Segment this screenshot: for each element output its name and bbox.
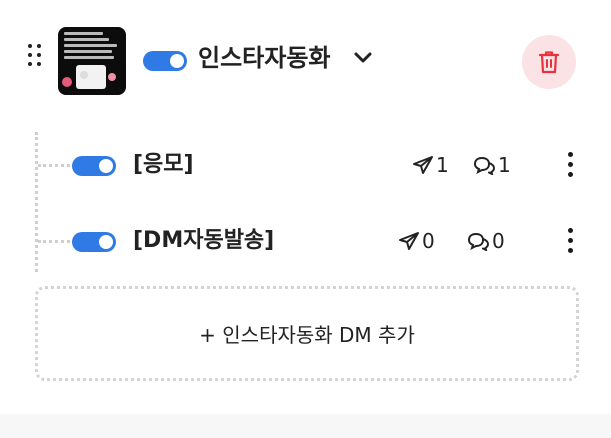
trash-icon (538, 51, 560, 74)
item-toggle[interactable] (72, 156, 116, 176)
tree-branch (38, 240, 70, 243)
comment-count: 0 (466, 229, 505, 253)
drag-handle-icon[interactable] (28, 44, 44, 68)
send-icon (413, 156, 433, 174)
item-toggle[interactable] (72, 232, 116, 252)
comment-count: 1 (472, 153, 511, 177)
chevron-down-icon[interactable] (352, 50, 374, 66)
sent-count: 0 (398, 229, 435, 253)
automation-thumbnail (58, 27, 126, 95)
comment-icon (467, 232, 490, 252)
add-dm-button[interactable]: + 인스타자동화 DM 추가 (35, 286, 579, 381)
tree-branch (38, 164, 70, 167)
more-vertical-icon[interactable] (563, 150, 577, 180)
bottom-strip (0, 414, 611, 438)
item-label: [응모] (133, 152, 194, 177)
main-toggle[interactable] (143, 51, 187, 71)
tree-connector (35, 132, 38, 272)
more-vertical-icon[interactable] (563, 226, 577, 256)
send-icon (399, 232, 419, 250)
item-label: [DM자동발송] (133, 228, 275, 253)
delete-button[interactable] (522, 35, 576, 89)
automation-title: 인스타자동화 (198, 44, 331, 72)
sent-count: 1 (412, 153, 449, 177)
comment-icon (473, 156, 496, 176)
add-dm-label: + 인스타자동화 DM 추가 (199, 323, 415, 347)
